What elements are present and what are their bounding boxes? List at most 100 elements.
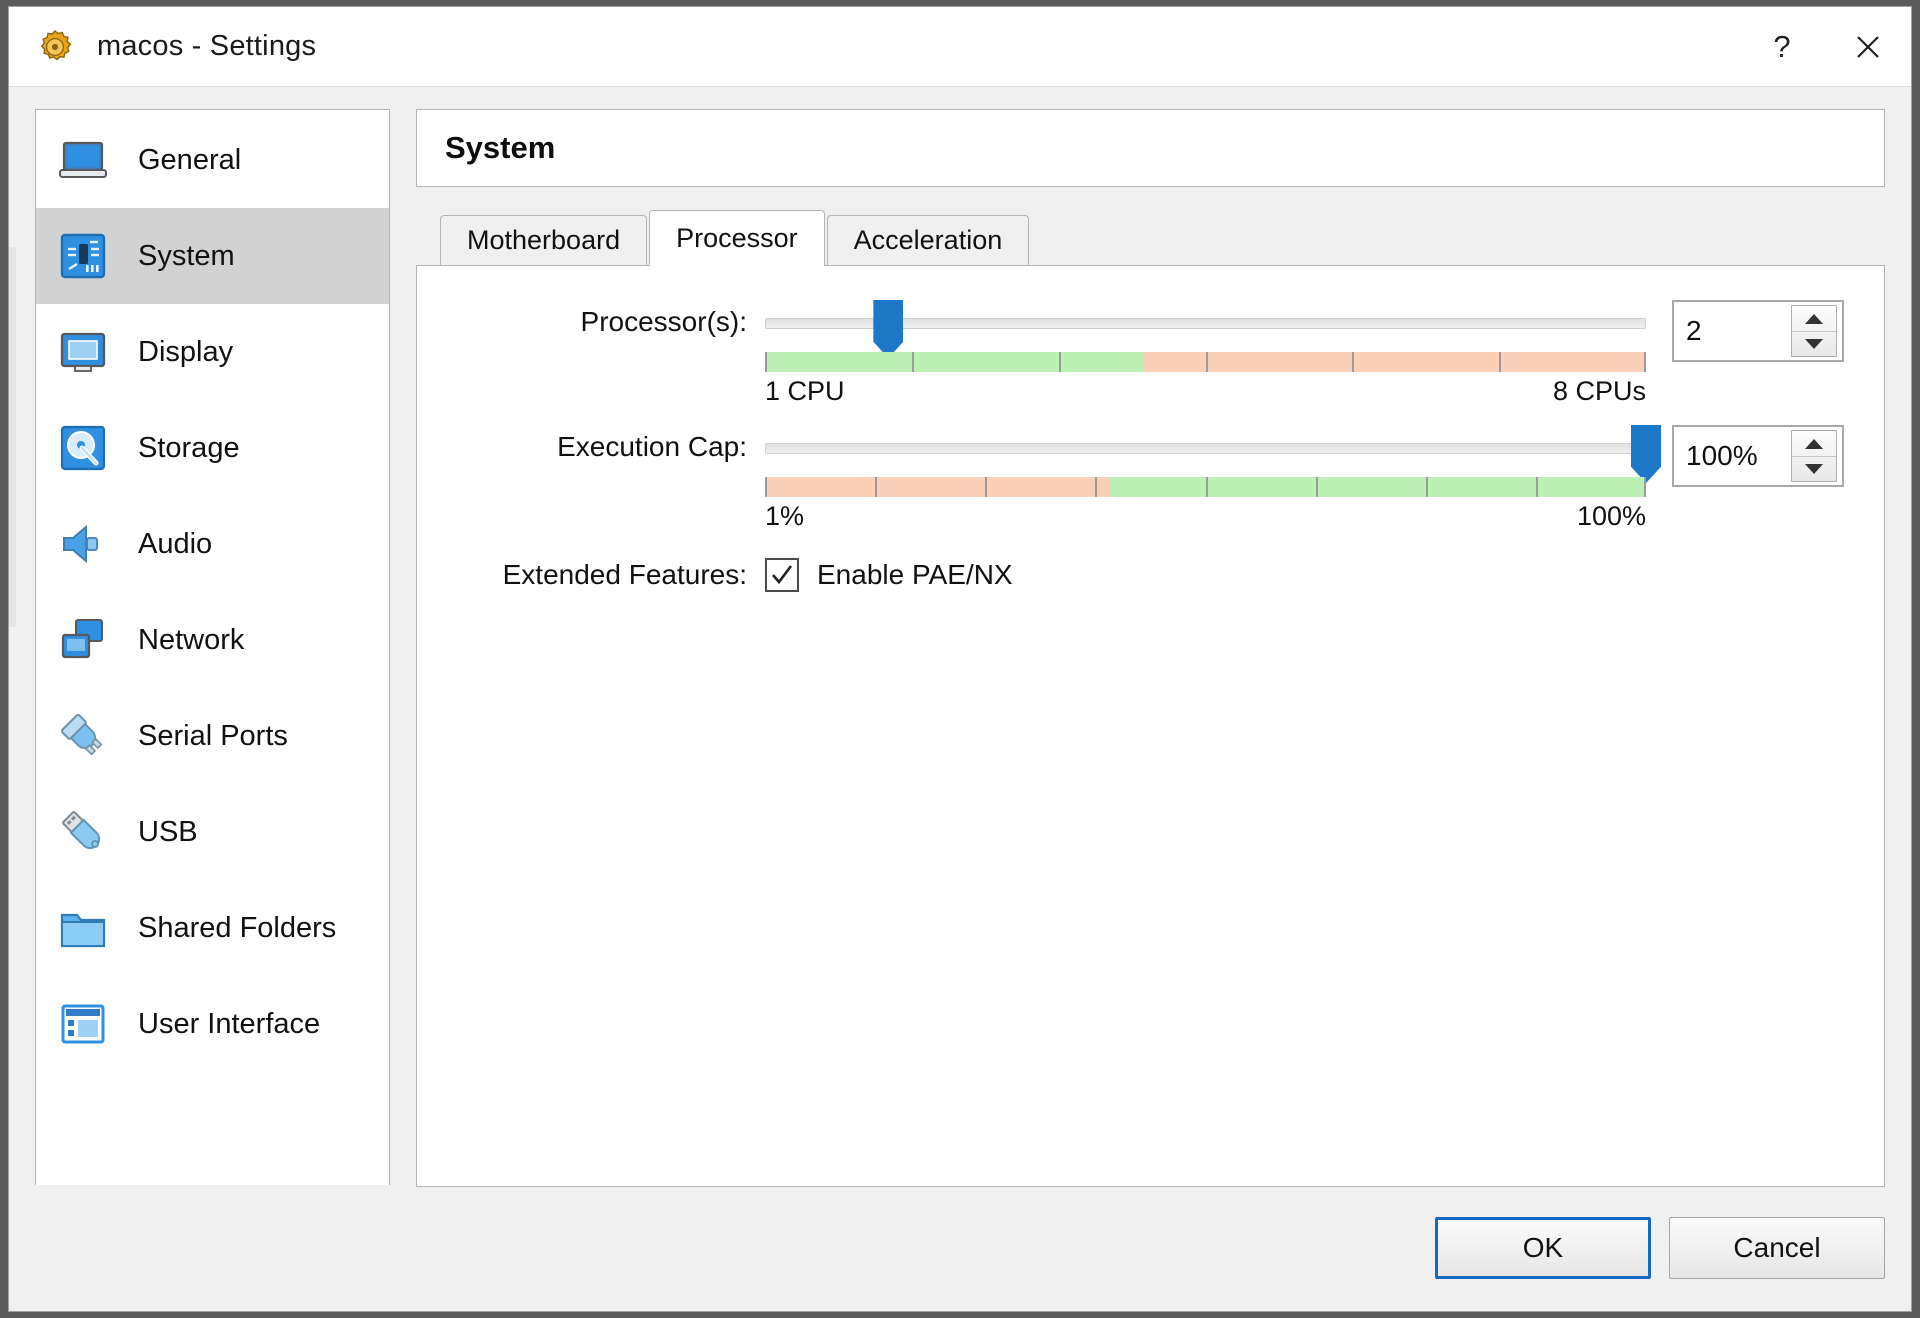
settings-window: macos - Settings ? General System Displa… [8, 6, 1912, 1312]
window-layout-icon [54, 995, 112, 1053]
scale-tick [765, 477, 767, 497]
processor-count-row: Processor(s): 1 CPU 8 CPUs 2 [457, 300, 1844, 407]
arrow-down-icon [1805, 464, 1823, 474]
processor-max-label: 8 CPUs [1552, 376, 1646, 406]
execution-cap-max-label: 100% [1576, 501, 1646, 531]
processor-spin-up-button[interactable] [1792, 306, 1836, 331]
sidebar-item-label: System [138, 239, 235, 272]
scale-tick [1499, 352, 1502, 372]
tab-label: Acceleration [853, 225, 1003, 255]
processor-min-label: 1 CPU [765, 376, 845, 406]
scale-tick [1058, 352, 1061, 372]
settings-gear-icon [40, 29, 72, 61]
laptop-icon [54, 131, 112, 189]
processor-scale-bar [765, 352, 1646, 372]
processor-spin-down-button[interactable] [1792, 331, 1836, 356]
title-bar: macos - Settings ? [9, 7, 1911, 87]
processor-count-spinbox[interactable]: 2 [1672, 300, 1844, 362]
extended-features-row: Extended Features: Enable PAE/NX [457, 558, 1844, 592]
processor-slider[interactable] [765, 300, 1646, 358]
processor-count-label: Processor(s): [580, 306, 747, 337]
scale-segment-green [765, 352, 1144, 372]
scale-tick [1352, 352, 1355, 372]
processor-scale-labels: 1 CPU 8 CPUs [765, 376, 1646, 407]
sidebar-item-label: Audio [138, 527, 213, 560]
sidebar-item-label: Serial Ports [138, 719, 288, 752]
settings-sidebar: General System Display Storage Audio Net… [35, 109, 390, 1187]
scale-tick [1644, 477, 1646, 497]
enable-pae-nx-label: Enable PAE/NX [817, 559, 1013, 590]
arrow-up-icon [1805, 313, 1823, 324]
help-button[interactable]: ? [1739, 7, 1825, 86]
sidebar-item-network[interactable]: Network [36, 592, 389, 688]
sidebar-item-shared-folders[interactable]: Shared Folders [36, 880, 389, 976]
scale-tick [765, 352, 767, 372]
execution-cap-value: 100% [1686, 440, 1758, 471]
arrow-up-icon [1805, 438, 1823, 449]
execution-cap-slider-handle[interactable] [1631, 425, 1661, 483]
sidebar-item-user-interface[interactable]: User Interface [36, 976, 389, 1072]
execution-cap-scale-labels: 1% 100% [765, 501, 1646, 532]
tab-motherboard[interactable]: Motherboard [440, 215, 648, 265]
window-left-edge-strip [9, 247, 16, 627]
dialog-footer: OK Cancel [9, 1185, 1911, 1311]
extended-features-label: Extended Features: [502, 559, 747, 590]
arrow-down-icon [1805, 339, 1823, 349]
serial-plug-icon [54, 707, 112, 765]
ok-button[interactable]: OK [1435, 1217, 1651, 1279]
monitor-icon [54, 323, 112, 381]
usb-stick-icon [54, 803, 112, 861]
sidebar-item-label: Storage [138, 431, 240, 464]
sidebar-item-label: Network [138, 623, 245, 656]
sidebar-item-display[interactable]: Display [36, 304, 389, 400]
sidebar-item-label: General [138, 143, 242, 176]
sidebar-item-serial-ports[interactable]: Serial Ports [36, 688, 389, 784]
pane-header: System [416, 109, 1885, 187]
scale-segment-orange [765, 477, 1109, 497]
help-icon: ? [1773, 28, 1791, 64]
settings-body: General System Display Storage Audio Net… [9, 87, 1911, 1187]
execution-cap-row: Execution Cap: 1% 100% 100% [457, 425, 1844, 532]
enable-pae-nx-checkbox[interactable] [765, 558, 799, 592]
execution-cap-spin-up-button[interactable] [1792, 431, 1836, 456]
speaker-icon [54, 515, 112, 573]
sidebar-item-system[interactable]: System [36, 208, 389, 304]
execution-cap-spinbox[interactable]: 100% [1672, 425, 1844, 487]
sidebar-item-label: Shared Folders [138, 911, 337, 944]
scale-segment-orange [1143, 352, 1646, 372]
scale-tick [1205, 477, 1208, 497]
network-cards-icon [54, 611, 112, 669]
processor-slider-col: 1 CPU 8 CPUs [765, 300, 1646, 407]
folder-icon [54, 899, 112, 957]
execution-cap-slider[interactable] [765, 425, 1661, 483]
scale-tick [1644, 352, 1646, 372]
scale-tick [911, 352, 914, 372]
sidebar-item-label: USB [138, 815, 198, 848]
window-title: macos - Settings [97, 30, 317, 62]
tab-processor[interactable]: Processor [649, 210, 825, 266]
execution-cap-scale-bar [765, 477, 1646, 497]
tab-label: Motherboard [467, 225, 621, 255]
execution-cap-spin-down-button[interactable] [1792, 456, 1836, 481]
processor-tab-panel: Processor(s): 1 CPU 8 CPUs 2 Execution C… [416, 265, 1885, 1187]
tab-acceleration[interactable]: Acceleration [826, 215, 1030, 265]
scale-tick [1425, 477, 1428, 497]
processor-count-value: 2 [1686, 315, 1702, 346]
cancel-button-label: Cancel [1733, 1232, 1821, 1263]
cancel-button[interactable]: Cancel [1669, 1217, 1885, 1279]
execution-cap-spin-buttons [1791, 430, 1837, 482]
sidebar-item-label: User Interface [138, 1007, 321, 1040]
sidebar-item-storage[interactable]: Storage [36, 400, 389, 496]
checkmark-icon [772, 565, 793, 585]
sidebar-item-label: Display [138, 335, 234, 368]
scale-tick [1535, 477, 1538, 497]
sidebar-item-audio[interactable]: Audio [36, 496, 389, 592]
sidebar-item-usb[interactable]: USB [36, 784, 389, 880]
scale-tick [1095, 477, 1098, 497]
processor-slider-handle[interactable] [873, 300, 904, 358]
sidebar-item-general[interactable]: General [36, 112, 389, 208]
tab-bar: Motherboard Processor Acceleration [416, 210, 1885, 266]
processor-form: Processor(s): 1 CPU 8 CPUs 2 Execution C… [417, 266, 1884, 592]
close-button[interactable] [1825, 7, 1911, 86]
scale-tick [875, 477, 878, 497]
